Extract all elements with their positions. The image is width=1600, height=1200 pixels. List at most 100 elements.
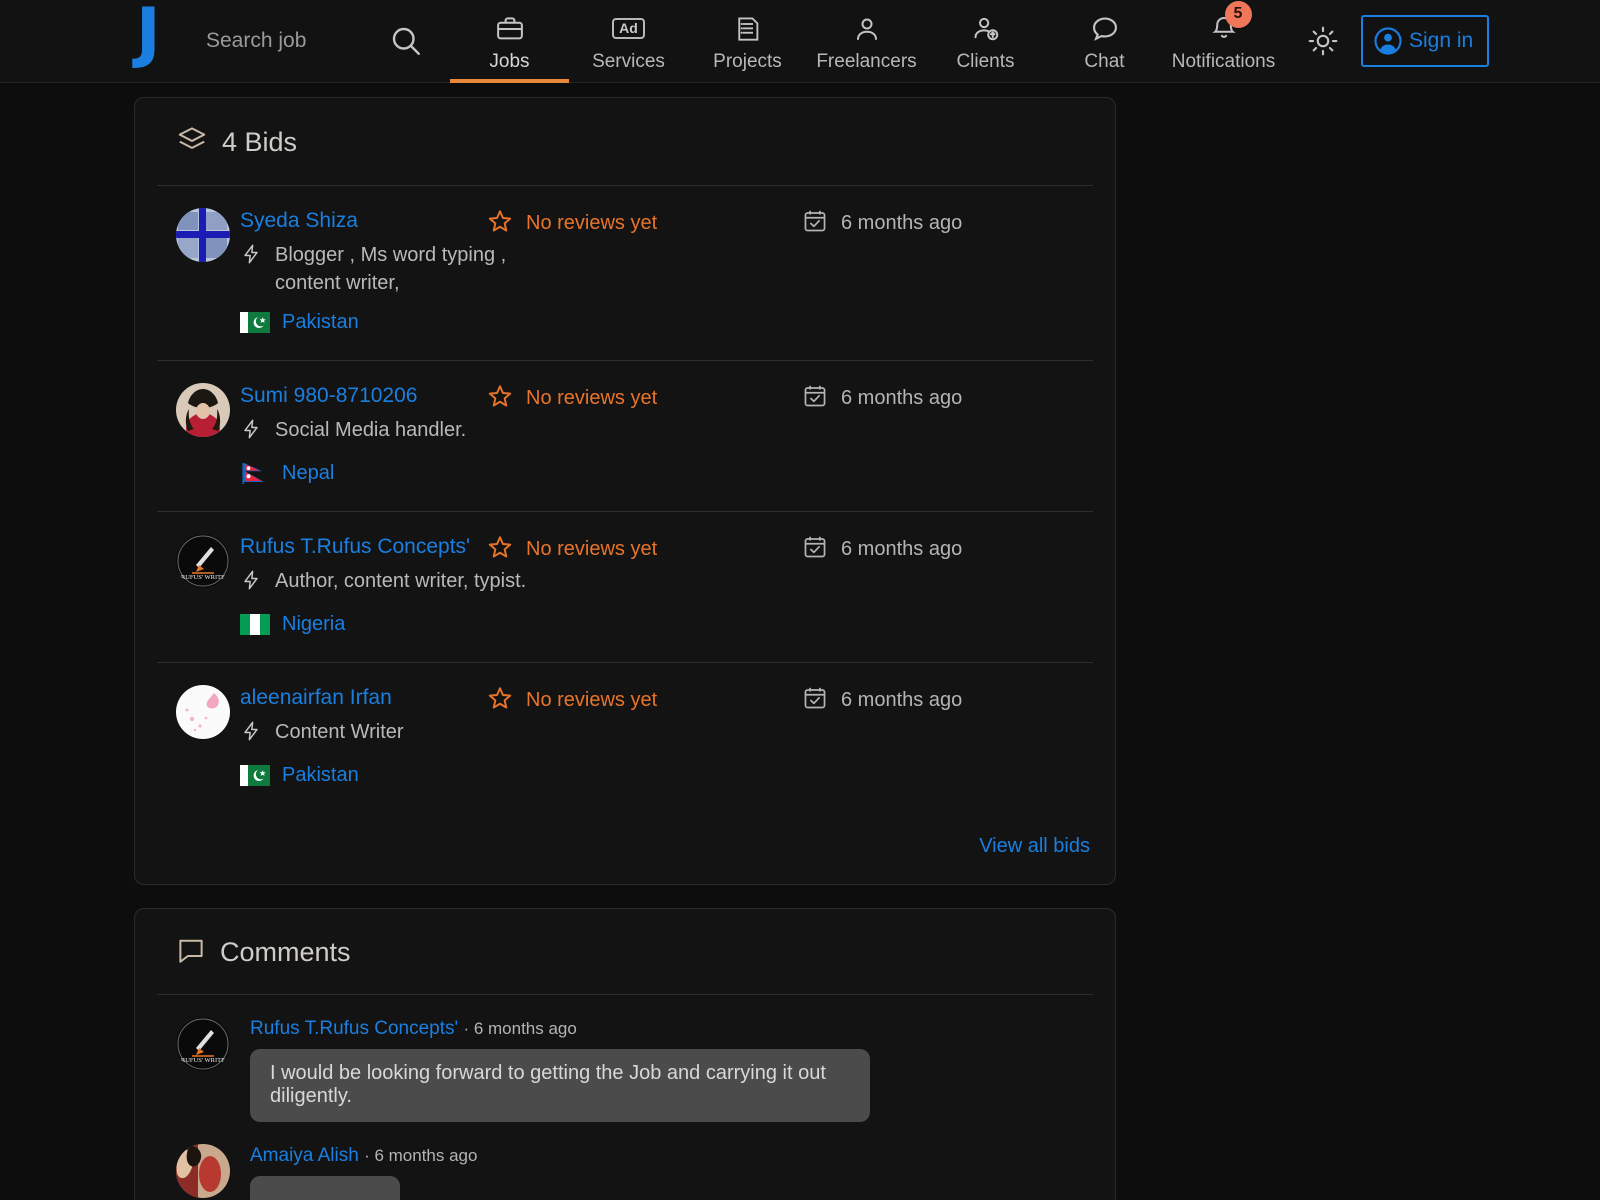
bid-freelancer-name[interactable]: Rufus T.Rufus Concepts' <box>240 534 470 560</box>
bid-country: Nigeria <box>240 613 532 636</box>
bids-card-header: 4 Bids <box>157 98 1093 185</box>
comment-item: Amaiya Alish · 6 months ago <box>157 1122 1093 1200</box>
bid-skills-text: Author, content writer, typist. <box>275 570 527 592</box>
bid-row[interactable]: Syeda Shiza Blogger , Ms word typing , c… <box>157 186 1093 360</box>
sign-in-button[interactable]: Sign in <box>1361 15 1490 67</box>
avatar[interactable] <box>176 208 230 262</box>
bid-freelancer-name[interactable]: aleenairfan Irfan <box>240 685 392 711</box>
person-icon <box>852 14 882 44</box>
view-all-bids-link[interactable]: View all bids <box>979 835 1090 858</box>
bid-row[interactable]: Sumi 980-8710206 Social Media handler. N… <box>157 360 1093 511</box>
avatar-image <box>176 383 230 437</box>
bid-date-text: 6 months ago <box>841 387 963 409</box>
flag-nigeria-icon <box>240 614 270 635</box>
bid-country-name[interactable]: Nepal <box>282 462 334 485</box>
bid-country-name[interactable]: Pakistan <box>282 311 359 334</box>
comment-body: Amaiya Alish · 6 months ago <box>250 1144 477 1200</box>
flag-pakistan-icon <box>240 312 270 333</box>
briefcase-icon <box>495 14 525 44</box>
avatar[interactable]: RUFUS' WRITE <box>176 534 230 588</box>
bell-icon: 5 <box>1209 0 1252 44</box>
bid-skills: Content Writer <box>240 718 532 750</box>
avatar[interactable] <box>176 1144 230 1198</box>
lightning-bolt-icon <box>240 243 262 297</box>
comments-card: Comments RUFUS' WRITE Rufus T.Rufus Conc… <box>134 908 1116 1200</box>
bid-date: 6 months ago <box>802 534 962 565</box>
bid-country-name[interactable]: Nigeria <box>282 613 345 636</box>
document-list-icon <box>733 14 763 44</box>
star-icon <box>487 383 513 414</box>
search-button[interactable] <box>384 23 428 59</box>
star-icon <box>487 208 513 239</box>
bid-skills-text: Social Media handler. <box>275 419 467 441</box>
sun-icon <box>1308 26 1338 56</box>
bid-reviews: No reviews yet <box>487 383 657 414</box>
flag-pakistan-icon <box>240 765 270 786</box>
top-navigation-bar: J Jobs Ad Services <box>0 0 1600 83</box>
search-input[interactable] <box>206 29 384 53</box>
calendar-check-icon <box>802 208 828 239</box>
main-nav: Jobs Ad Services Projects Freelancers Cl… <box>450 0 1283 83</box>
bid-skills: Blogger , Ms word typing , content write… <box>240 241 532 297</box>
bid-freelancer-name[interactable]: Syeda Shiza <box>240 208 358 234</box>
nav-label: Projects <box>713 50 782 72</box>
bid-country-name[interactable]: Pakistan <box>282 764 359 787</box>
bid-date: 6 months ago <box>802 208 962 239</box>
comment-timestamp: · 6 months ago <box>463 1019 577 1038</box>
nav-item-freelancers[interactable]: Freelancers <box>807 0 926 83</box>
comment-author[interactable]: Amaiya Alish <box>250 1145 359 1166</box>
nav-label: Clients <box>956 50 1015 72</box>
nav-item-notifications[interactable]: 5 Notifications <box>1164 0 1283 83</box>
bid-reviews: No reviews yet <box>487 685 657 716</box>
comment-body: Rufus T.Rufus Concepts' · 6 months ago I… <box>250 1017 870 1122</box>
nav-item-services[interactable]: Ad Services <box>569 0 688 83</box>
comments-card-title: Comments <box>220 937 351 967</box>
app-logo[interactable]: J <box>136 0 174 69</box>
bid-country: Pakistan <box>240 311 532 334</box>
layers-icon <box>176 124 208 161</box>
bid-reviews-text: No reviews yet <box>526 538 658 560</box>
lightning-bolt-icon <box>240 418 262 448</box>
nav-item-chat[interactable]: Chat <box>1045 0 1164 83</box>
comment-item: RUFUS' WRITE Rufus T.Rufus Concepts' · 6… <box>157 995 1093 1122</box>
bid-row[interactable]: RUFUS' WRITE Rufus T.Rufus Concepts' Aut… <box>157 511 1093 662</box>
bid-country: Pakistan <box>240 764 532 787</box>
bid-reviews-text: No reviews yet <box>526 387 658 409</box>
view-all-bids-area: View all bids <box>157 813 1093 884</box>
theme-toggle-button[interactable] <box>1303 21 1343 61</box>
logo-letter: J <box>136 0 161 71</box>
calendar-check-icon <box>802 383 828 414</box>
comment-icon <box>176 935 206 970</box>
user-circle-icon <box>1374 27 1402 55</box>
bid-reviews: No reviews yet <box>487 208 657 239</box>
avatar[interactable] <box>176 383 230 437</box>
avatar-image <box>176 685 230 739</box>
bid-date: 6 months ago <box>802 383 962 414</box>
avatar-image: RUFUS' WRITE <box>176 1017 230 1071</box>
nav-label: Notifications <box>1171 50 1276 72</box>
bid-skills-text: Blogger , Ms word typing , content write… <box>275 244 507 294</box>
avatar[interactable]: RUFUS' WRITE <box>176 1017 230 1071</box>
notification-count-badge: 5 <box>1224 0 1252 28</box>
nav-item-clients[interactable]: Clients <box>926 0 1045 83</box>
bid-date-text: 6 months ago <box>841 212 963 234</box>
calendar-check-icon <box>802 685 828 716</box>
avatar-image: RUFUS' WRITE <box>176 534 230 588</box>
flag-nepal-icon <box>240 463 270 484</box>
avatar[interactable] <box>176 685 230 739</box>
sign-in-label: Sign in <box>1409 29 1474 52</box>
comment-author[interactable]: Rufus T.Rufus Concepts' <box>250 1018 458 1039</box>
person-add-icon <box>971 14 1001 44</box>
svg-text:RUFUS' WRITE: RUFUS' WRITE <box>181 1057 225 1064</box>
bid-freelancer-name[interactable]: Sumi 980-8710206 <box>240 383 417 409</box>
comment-timestamp: · 6 months ago <box>364 1146 478 1165</box>
nav-label: Services <box>592 50 665 72</box>
bid-reviews-text: No reviews yet <box>526 212 658 234</box>
nav-item-projects[interactable]: Projects <box>688 0 807 83</box>
page-content: 4 Bids Syeda Shiza Blogger , Ms word typ… <box>0 83 1600 1200</box>
star-icon <box>487 534 513 565</box>
bid-skills: Social Media handler. <box>240 416 532 448</box>
bid-row[interactable]: aleenairfan Irfan Content Writer Pakista… <box>157 662 1093 813</box>
nav-label: Jobs <box>489 50 530 72</box>
nav-item-jobs[interactable]: Jobs <box>450 0 569 83</box>
